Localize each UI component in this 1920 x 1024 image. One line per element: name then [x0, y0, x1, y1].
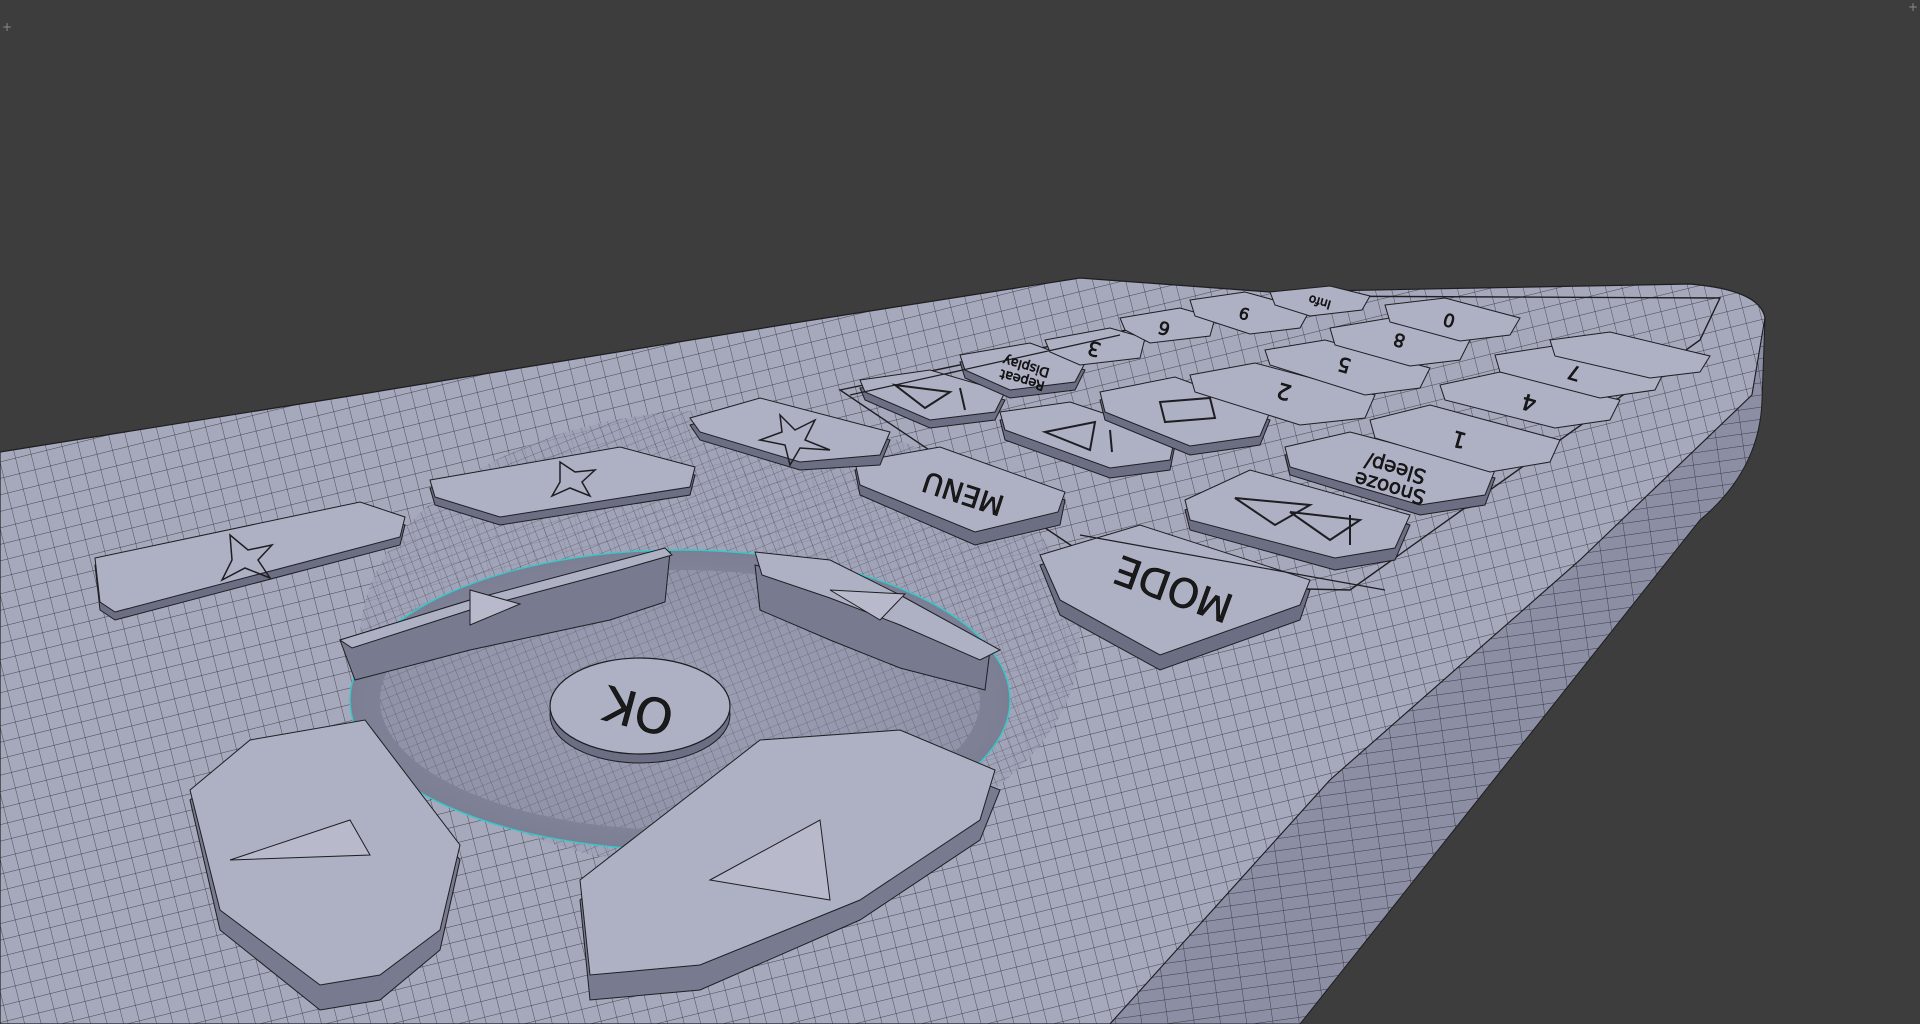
ok-button[interactable]: OK: [549, 657, 731, 764]
split-area-icon[interactable]: +: [0, 20, 14, 34]
remote-control-mesh[interactable]: OK MODE MENU Sleep/ Snooze Display Repea…: [0, 0, 1920, 1024]
3d-viewport[interactable]: OK MODE MENU Sleep/ Snooze Display Repea…: [0, 0, 1920, 1024]
split-area-icon[interactable]: +: [1906, 0, 1920, 14]
